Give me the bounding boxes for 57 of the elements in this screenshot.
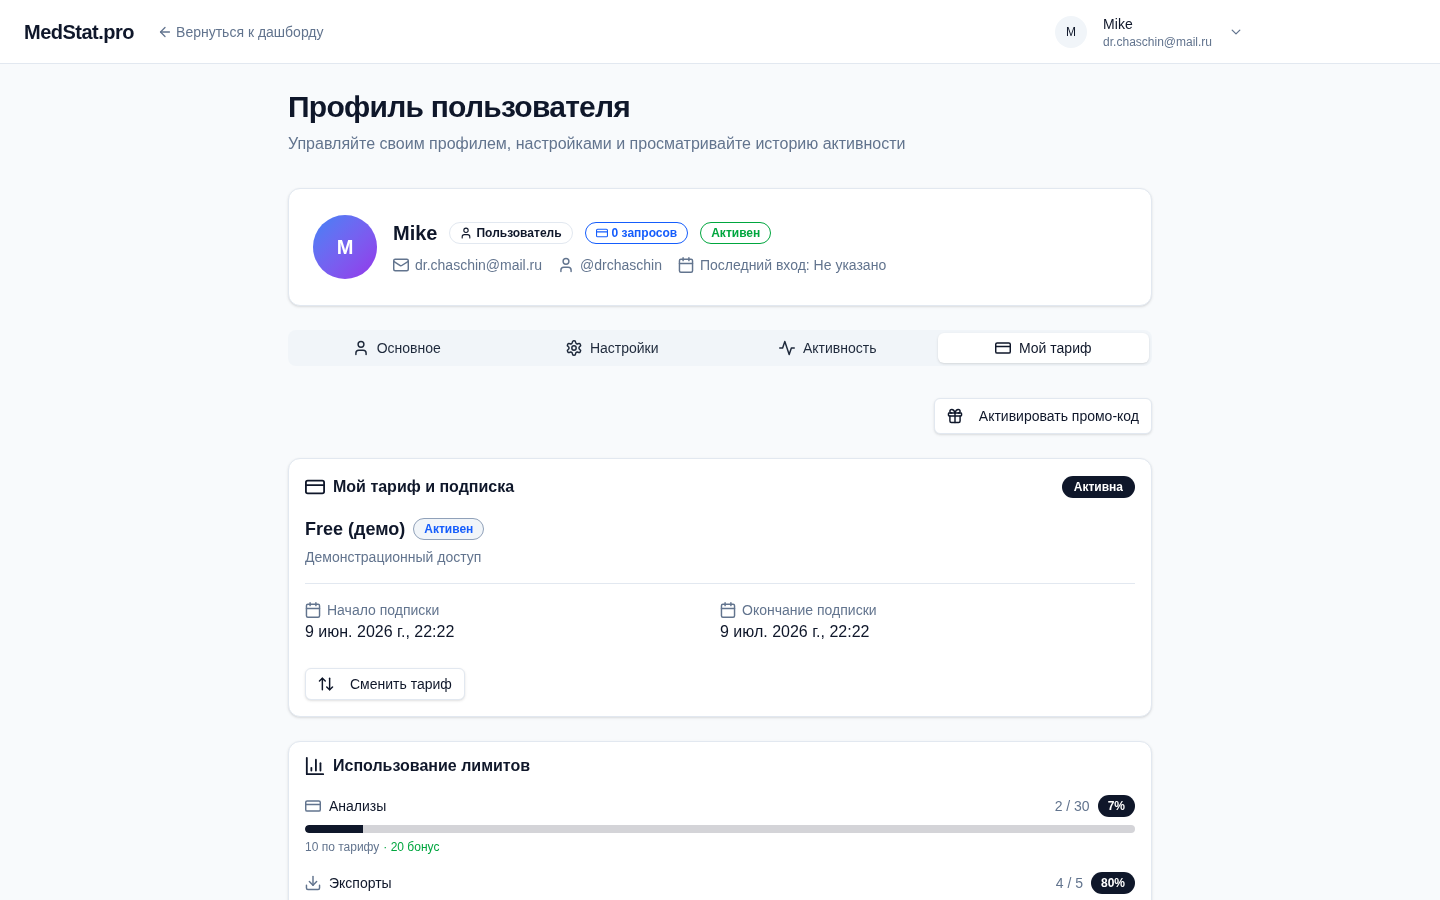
limit-label: Анализы [329, 797, 387, 816]
tab[interactable]: Настройки [506, 333, 718, 363]
tab[interactable]: Основное [291, 333, 503, 363]
credit-card-icon [995, 340, 1011, 356]
credit-card-icon [305, 798, 321, 814]
bar-chart-icon [305, 756, 325, 776]
plan-status-badge: Активен [413, 518, 485, 540]
tab[interactable]: Активность [722, 333, 934, 363]
status-badge: Активна [1061, 476, 1135, 498]
credit-card-icon [595, 227, 608, 239]
date-value: 9 июл. 2026 г., 22:22 [720, 622, 870, 642]
change-plan-button[interactable]: Сменить тариф [305, 668, 465, 700]
email-text: dr.chaschin@mail.ru [415, 256, 543, 275]
promo-code-button[interactable]: Активировать промо-код [933, 398, 1152, 434]
card-title: Использование лимитов [333, 756, 531, 776]
date-value: 9 июн. 2026 г., 22:22 [305, 622, 455, 642]
limit-label: Экспорты [329, 874, 392, 893]
logo[interactable]: MedStat.pro [24, 17, 135, 46]
usage-count: 2 / 30 [1054, 797, 1090, 816]
page-subtitle: Управляйте своим профилем, настройками и просматривайте историю активности [288, 134, 907, 154]
last-login-text: Последний вход: Не указано [699, 256, 887, 275]
usage-count: 4 / 5 [1055, 874, 1083, 893]
role-badge: Пользователь [449, 222, 573, 244]
tab[interactable]: Мой тариф [937, 333, 1149, 363]
person-icon [352, 340, 369, 356]
settings-icon [565, 340, 582, 356]
percent-badge: 7% [1097, 795, 1135, 817]
gift-icon [946, 408, 963, 424]
username-text: @drchaschin [580, 256, 662, 275]
credit-card-icon [305, 477, 325, 497]
user-avatar: M [1055, 15, 1088, 48]
calendar-icon [677, 257, 694, 273]
swap-arrows-icon [318, 676, 334, 692]
arrow-left-icon [158, 24, 173, 39]
calendar-icon [720, 602, 736, 618]
requests-badge: 0 запросов [584, 222, 689, 244]
back-link[interactable]: Вернуться к дашборду [158, 21, 324, 42]
bonus-note: · 20 бонус [383, 839, 440, 855]
quota-note: 10 по тарифу [305, 839, 380, 855]
download-icon [305, 875, 321, 891]
pulse-line-icon [779, 340, 795, 356]
person-icon [558, 257, 575, 273]
date-label: Начало подписки [327, 601, 440, 620]
user-name: Mike [1103, 14, 1134, 34]
envelope-icon [393, 257, 409, 273]
user-email: dr.chaschin@mail.ru [1103, 33, 1212, 50]
date-label: Окончание подписки [742, 601, 877, 620]
card-title: Мой тариф и подписка [333, 477, 515, 497]
percent-badge: 80% [1090, 872, 1135, 894]
profile-name: Mike [393, 221, 438, 246]
calendar-icon [305, 602, 321, 618]
plan-description: Демонстрационный доступ [305, 548, 483, 567]
plan-name: Free (демо) [305, 518, 406, 541]
status-badge: Активен [700, 222, 772, 244]
profile-avatar: M [313, 215, 377, 279]
person-icon [460, 227, 473, 239]
page-title: Профиль пользователя [288, 89, 632, 125]
